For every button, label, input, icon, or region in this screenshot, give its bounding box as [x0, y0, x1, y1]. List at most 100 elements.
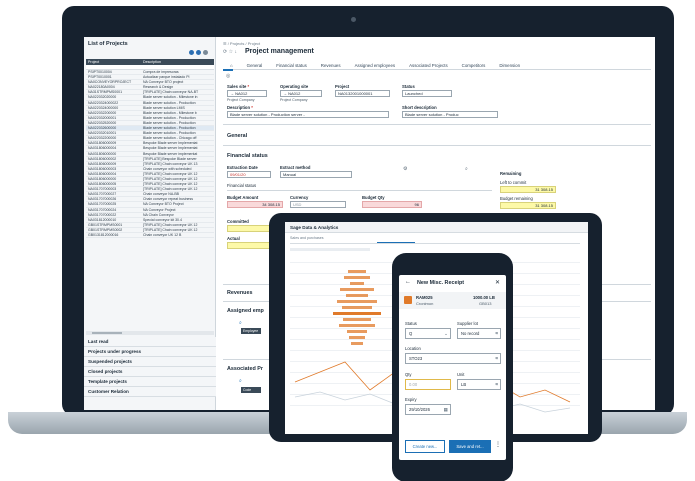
- qty-field[interactable]: 0.00: [405, 379, 451, 390]
- project-description: Research & Design: [143, 85, 174, 90]
- status-select[interactable]: Q ⌄: [405, 328, 451, 339]
- settings-icon[interactable]: ⚙: [403, 166, 407, 172]
- product-code: RAM025: [416, 295, 433, 300]
- extraction-date-field[interactable]: 09/01/20: [227, 171, 271, 178]
- project-description: Blade server solution - Production: [143, 131, 196, 136]
- lookup-icon[interactable]: ⌗: [495, 380, 498, 389]
- budget-remaining-label: Budget remaining: [500, 196, 533, 201]
- project-description: [TRIPLATE] Chain conveyor UK 12: [143, 187, 198, 192]
- budget-qty-field[interactable]: 96: [362, 201, 422, 208]
- col-project[interactable]: Project: [86, 60, 143, 64]
- list-section[interactable]: Projects under progress: [84, 347, 216, 357]
- back-arrow-icon[interactable]: ←: [405, 279, 411, 285]
- project-list-panel: List of Projects Project Description PSI…: [84, 37, 216, 410]
- operating-site-field[interactable]: → NA012: [280, 90, 322, 97]
- project-code: NA031806000000: [88, 151, 117, 156]
- phone-title: New Misc. Receipt: [417, 280, 465, 286]
- search-icon[interactable]: ⌕: [239, 378, 242, 384]
- project-description: Compra de impresoras: [143, 70, 179, 74]
- project-code: NA031707000025: [88, 202, 117, 207]
- list-toolbar: [189, 50, 208, 55]
- list-section[interactable]: Customer Relation: [84, 387, 216, 397]
- tab-financial-status[interactable]: Financial status: [269, 63, 314, 68]
- create-new-button[interactable]: Create new...: [405, 440, 445, 453]
- supplier-lot-field[interactable]: No record ⌗: [457, 328, 501, 339]
- tab-dimension[interactable]: Dimension: [492, 63, 527, 68]
- calendar-icon[interactable]: ▦: [444, 405, 448, 414]
- list-section[interactable]: Suspended projects: [84, 357, 216, 367]
- extract-method-label: Extract method: [280, 165, 311, 170]
- info-icon[interactable]: ◎: [226, 73, 230, 79]
- list-sections: Last read Projects under progress Suspende…: [84, 337, 216, 397]
- project-code: NA031806000004: [88, 146, 117, 151]
- budget-amount-field[interactable]: 34 308.15: [227, 201, 283, 208]
- settings-icon[interactable]: [189, 50, 194, 55]
- committed-label: Committed: [227, 219, 249, 224]
- col-description[interactable]: Description: [143, 60, 161, 64]
- sales-site-field[interactable]: → NA012: [227, 90, 267, 97]
- tab-general[interactable]: General: [240, 63, 270, 68]
- search-icon[interactable]: ⌕: [239, 320, 242, 326]
- qty-label: Qty: [405, 372, 412, 377]
- list-section[interactable]: Last read: [84, 337, 216, 347]
- project-description: [TRIPLATE] Chain conveyor UK 12: [143, 222, 198, 227]
- title-tools-icon[interactable]: ⟳ ☆ ↓: [223, 49, 237, 55]
- device-showcase: List of Projects Project Description PSI…: [0, 0, 695, 481]
- lookup-icon[interactable]: ⌗: [495, 329, 498, 338]
- tab-competitors[interactable]: Competitors: [455, 63, 493, 68]
- product-name: Cronimon: [416, 301, 434, 306]
- list-scrollbar[interactable]: [86, 331, 214, 335]
- code-column[interactable]: Code: [241, 387, 261, 393]
- tab-revenues[interactable]: Revenues: [314, 63, 348, 68]
- phone-screen: ← New Misc. Receipt ✕ RAM025 Cronimon 10…: [399, 275, 506, 460]
- home-icon[interactable]: ⌂: [223, 63, 240, 68]
- description-field[interactable]: Blade server solution - Production serve…: [227, 111, 389, 118]
- project-code: NA031707000024: [88, 207, 117, 212]
- currency-label: Currency: [290, 195, 309, 200]
- project-code: NA031806000000: [88, 176, 117, 181]
- extract-method-field[interactable]: Manual: [280, 171, 352, 178]
- short-description-field[interactable]: Blade server solution - Produc: [402, 111, 498, 118]
- employee-column[interactable]: Employee: [241, 328, 261, 334]
- left-to-commit-field[interactable]: 31 308.15: [500, 186, 556, 193]
- more-options-icon[interactable]: ⋮: [495, 441, 501, 448]
- project-code: GB0131812000016: [88, 233, 119, 237]
- search-icon[interactable]: ⌕: [465, 166, 468, 172]
- product-icon: [404, 296, 412, 304]
- project-field[interactable]: NA0132001000001: [335, 90, 390, 97]
- project-description: Bespoke Blade server implementat: [143, 151, 198, 156]
- project-code: NA031707000026: [88, 197, 117, 202]
- project-description: NA Conveyor BTO Project: [143, 202, 184, 207]
- project-code: PSIPT0010004: [88, 70, 112, 74]
- tab-associated-projects[interactable]: Associated Projects: [402, 63, 455, 68]
- table-row[interactable]: GB0131812000016 Chain conveyor UK 12 B: [86, 233, 214, 239]
- expiry-field[interactable]: 29/10/2026 ▦: [405, 404, 451, 415]
- project-code: NA31STRMPMS0001: [88, 90, 123, 95]
- list-section[interactable]: Template projects: [84, 377, 216, 387]
- scroll-thumb[interactable]: [92, 332, 122, 334]
- project-code: PSIPT0010001: [88, 75, 112, 80]
- refresh-icon[interactable]: [196, 50, 201, 55]
- location-field[interactable]: STO23 ⌗: [405, 353, 501, 364]
- tab-assigned-employees[interactable]: Assigned employees: [348, 63, 403, 68]
- list-section[interactable]: Closed projects: [84, 367, 216, 377]
- project-description: Chain conveyor with scheduled: [143, 166, 192, 171]
- product-qty: 1000.00 LB: [473, 295, 495, 300]
- status-label: Status: [402, 84, 415, 89]
- project-description: Chain conveyor repeat business: [143, 197, 194, 202]
- lookup-icon[interactable]: ⌗: [495, 354, 498, 363]
- project-description: [TRIPLATE] Chain conveyor NA-BT: [143, 90, 199, 95]
- project-description: [TRIPLATE] Chain conveyor UK 12: [143, 182, 198, 187]
- budget-remaining-field[interactable]: 31 308.15: [500, 202, 556, 209]
- close-icon[interactable]: ✕: [495, 279, 500, 286]
- breadcrumb[interactable]: ☰ / Projects / Project: [223, 41, 260, 46]
- expand-icon[interactable]: [203, 50, 208, 55]
- location-label: Location: [405, 346, 421, 351]
- project-description: [TRIPLATE] Chain conveyor UK 12: [143, 227, 198, 232]
- divider: [223, 145, 651, 146]
- operating-site-label: Operating site: [280, 84, 309, 89]
- currency-field[interactable]: USD: [290, 201, 346, 208]
- save-and-return-button[interactable]: Save and ret...: [449, 440, 491, 453]
- status-field[interactable]: Launched: [402, 90, 452, 97]
- unit-field[interactable]: LB ⌗: [457, 379, 501, 390]
